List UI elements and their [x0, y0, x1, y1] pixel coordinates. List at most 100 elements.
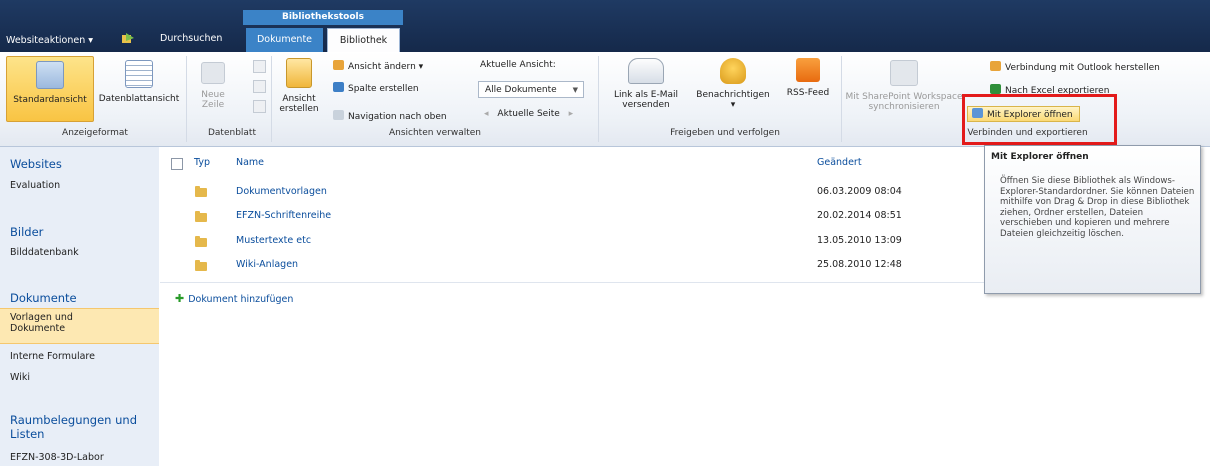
alert-bell-icon: [720, 58, 746, 84]
group-divider: [271, 56, 272, 142]
tab-browse[interactable]: Durchsuchen: [160, 33, 222, 44]
folder-name-link[interactable]: Dokumentvorlagen: [236, 186, 327, 197]
previous-page-icon[interactable]: ◂: [484, 109, 489, 119]
create-column-icon: [333, 82, 344, 92]
nav-item-lab[interactable]: EFZN-308-3D-Labor: [10, 452, 104, 463]
next-page-icon[interactable]: ▸: [569, 109, 574, 119]
alert-me-button[interactable]: Benachrichtigen ▾: [688, 58, 778, 110]
rss-feed-button[interactable]: RSS-Feed: [778, 58, 838, 98]
tooltip-body: Öffnen Sie diese Bibliothek als Windows-…: [1000, 176, 1195, 239]
list-divider: [160, 282, 990, 283]
navigate-up-icon: [333, 110, 344, 120]
create-view-icon: [286, 58, 312, 88]
sync-workspace-button[interactable]: Mit SharePoint Workspace synchronisieren: [845, 60, 963, 112]
table-row[interactable]: Wiki-Anlagen 25.08.2010 12:48: [160, 254, 990, 278]
highlight-box: [962, 94, 1117, 145]
chevron-down-icon: ▼: [572, 86, 578, 94]
email-link-button[interactable]: Link als E-Mail versenden: [606, 58, 686, 110]
tooltip-title: Mit Explorer öffnen: [991, 152, 1089, 162]
add-document-link[interactable]: ✚ Dokument hinzufügen: [175, 292, 293, 305]
modified-date: 06.03.2009 08:04: [817, 186, 902, 197]
nav-item-image-db[interactable]: Bilddatenbank: [10, 247, 79, 258]
group-label-datasheet: Datenblatt: [207, 128, 256, 138]
group-label-manage-views: Ansichten verwalten: [388, 128, 482, 138]
rss-icon: [796, 58, 820, 82]
create-view-label-1: Ansicht: [282, 94, 316, 104]
table-row[interactable]: Dokumentvorlagen 06.03.2009 08:04: [160, 180, 990, 204]
folder-icon: [195, 211, 207, 222]
email-link-label-1: Link als E-Mail: [613, 90, 679, 100]
create-view-button[interactable]: Ansicht erstellen: [276, 58, 322, 114]
datasheet-view-label: Datenblattansicht: [98, 94, 180, 104]
task-pane-icon[interactable]: [253, 100, 266, 113]
nav-item-wiki[interactable]: Wiki: [10, 372, 30, 383]
current-page-pager[interactable]: ◂ Aktuelle Seite ▸: [478, 106, 584, 123]
excel-icon: [990, 84, 1001, 94]
add-document-label: Dokument hinzufügen: [188, 294, 294, 305]
email-link-label-2: versenden: [622, 100, 670, 110]
table-row[interactable]: EFZN-Schriftenreihe 20.02.2014 08:51: [160, 205, 990, 229]
group-divider: [841, 56, 842, 142]
folder-name-link[interactable]: Mustertexte etc: [236, 235, 311, 246]
new-row-label-2: Zeile: [201, 100, 225, 110]
nav-heading-rooms-line-1: Raumbelegungen und: [10, 413, 137, 427]
show-totals-icon[interactable]: [253, 60, 266, 73]
tab-documents[interactable]: Dokumente: [246, 28, 323, 52]
alert-me-arrow: ▾: [730, 100, 736, 110]
nav-item-templates-line-1: Vorlagen und: [10, 312, 73, 323]
create-view-label-2: erstellen: [279, 104, 319, 114]
nav-heading-images[interactable]: Bilder: [10, 225, 43, 239]
sharepoint-workspace-icon: [890, 60, 918, 86]
nav-item-internal-forms[interactable]: Interne Formulare: [10, 351, 95, 362]
tab-library[interactable]: Bibliothek: [327, 28, 400, 52]
group-label-share-track: Freigeben und verfolgen: [670, 128, 780, 138]
standard-view-icon: [36, 61, 64, 89]
nav-heading-rooms-line-2: Listen: [10, 427, 45, 441]
connect-outlook-button[interactable]: Verbindung mit Outlook herstellen: [990, 61, 1160, 73]
alert-me-label: Benachrichtigen: [696, 90, 770, 100]
current-view-dropdown[interactable]: Alle Dokumente ▼: [478, 81, 584, 98]
new-row-label-1: Neue: [201, 90, 225, 100]
refresh-data-icon[interactable]: [253, 80, 266, 93]
folder-name-link[interactable]: Wiki-Anlagen: [236, 259, 298, 270]
standard-view-label: Standardansicht: [13, 95, 87, 105]
sync-workspace-label-1: Mit SharePoint Workspace: [845, 92, 963, 102]
create-column-button[interactable]: Spalte erstellen: [333, 82, 419, 94]
email-icon: [628, 58, 664, 84]
standard-view-button[interactable]: Standardansicht: [6, 56, 94, 122]
nav-heading-documents[interactable]: Dokumente: [10, 291, 77, 305]
nav-item-templates-line-2: Dokumente: [10, 323, 66, 334]
column-name[interactable]: Name: [236, 157, 264, 168]
navigate-icon[interactable]: [122, 33, 134, 44]
current-view-label: Aktuelle Ansicht:: [480, 60, 556, 70]
table-row[interactable]: Mustertexte etc 13.05.2010 13:09: [160, 230, 990, 254]
library-tools-label: Bibliothekstools: [243, 10, 403, 25]
top-bar: [0, 0, 1210, 52]
datasheet-view-icon: [125, 60, 153, 88]
modify-view-icon: [333, 60, 344, 70]
column-type[interactable]: Typ: [194, 157, 210, 168]
navigate-up-button[interactable]: Navigation nach oben: [333, 110, 447, 122]
plus-icon: ✚: [175, 292, 185, 305]
folder-icon: [195, 260, 207, 271]
create-column-label: Spalte erstellen: [348, 84, 419, 94]
outlook-icon: [990, 61, 1001, 71]
modified-date: 25.08.2010 12:48: [817, 259, 902, 270]
nav-heading-rooms[interactable]: Raumbelegungen und Listen: [10, 413, 137, 441]
column-modified[interactable]: Geändert: [817, 157, 862, 168]
modify-view-button[interactable]: Ansicht ändern ▾: [333, 60, 423, 72]
folder-name-link[interactable]: EFZN-Schriftenreihe: [236, 210, 331, 221]
select-all-checkbox[interactable]: [171, 158, 183, 170]
folder-icon: [195, 186, 207, 197]
nav-item-templates[interactable]: Vorlagen und Dokumente: [10, 312, 73, 334]
current-page-label: Aktuelle Seite: [497, 109, 560, 119]
sync-workspace-label-2: synchronisieren: [868, 102, 940, 112]
nav-item-evaluation[interactable]: Evaluation: [10, 180, 60, 191]
site-actions-menu[interactable]: Websiteaktionen ▾: [6, 35, 93, 46]
modified-date: 13.05.2010 13:09: [817, 235, 902, 246]
nav-heading-websites[interactable]: Websites: [10, 157, 62, 171]
new-row-button[interactable]: Neue Zeile: [193, 62, 233, 110]
datasheet-view-button[interactable]: Datenblattansicht: [95, 60, 183, 122]
new-row-icon: [201, 62, 225, 84]
rss-feed-label: RSS-Feed: [786, 88, 830, 98]
